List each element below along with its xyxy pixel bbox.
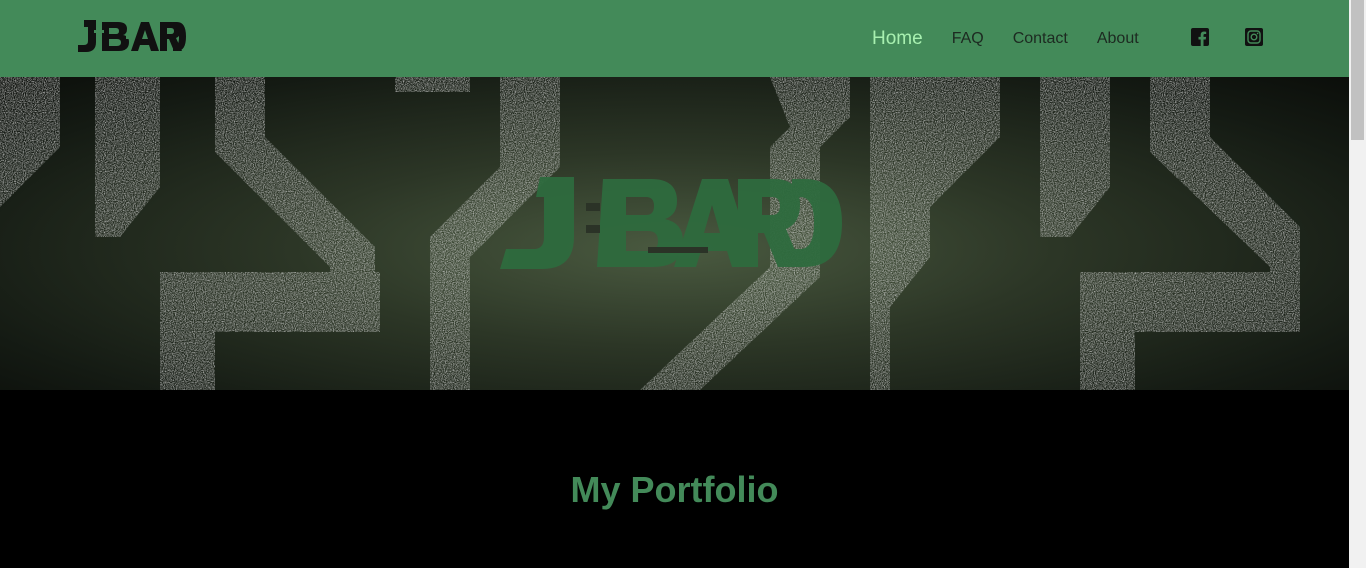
hero-banner xyxy=(0,77,1349,390)
hero-logo xyxy=(500,177,842,269)
facebook-icon[interactable] xyxy=(1191,28,1209,46)
nav-faq[interactable]: FAQ xyxy=(952,0,984,77)
nav-about[interactable]: About xyxy=(1097,0,1139,77)
main-nav: Home FAQ Contact About xyxy=(872,0,1168,77)
portfolio-section: My Portfolio xyxy=(0,390,1349,568)
instagram-icon[interactable] xyxy=(1245,28,1263,46)
scrollbar-thumb[interactable] xyxy=(1351,0,1364,140)
portfolio-title: My Portfolio xyxy=(570,469,779,510)
nav-home[interactable]: Home xyxy=(872,0,923,77)
site-logo[interactable] xyxy=(76,18,186,54)
page-scrollbar[interactable] xyxy=(1349,0,1366,568)
page: Home FAQ Contact About My Portfolio xyxy=(0,0,1349,568)
nav-contact[interactable]: Contact xyxy=(1013,0,1068,77)
site-header: Home FAQ Contact About xyxy=(0,0,1349,77)
